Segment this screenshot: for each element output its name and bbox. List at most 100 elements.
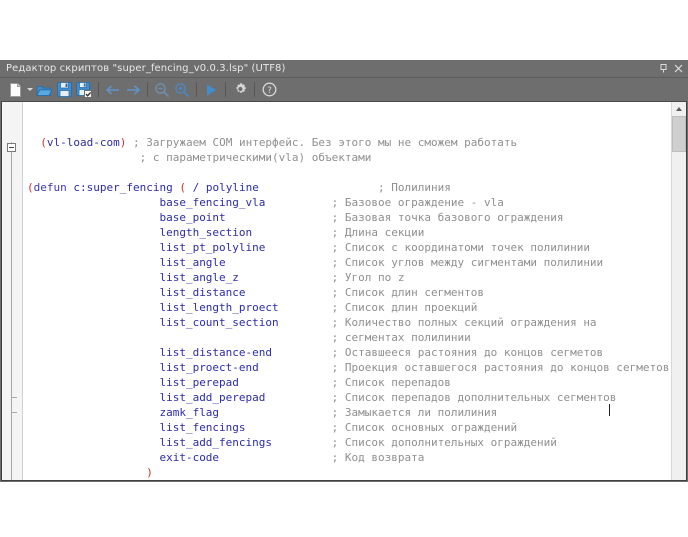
- run-play-icon[interactable]: [201, 80, 221, 100]
- code-line: list_proect-end ; Проекция оставшегося р…: [23, 360, 671, 375]
- script-editor-window: Редактор скриптов "super_fencing_v0.0.3.…: [0, 60, 688, 482]
- code-token: base_point: [159, 211, 226, 224]
- code-token: (: [40, 136, 47, 149]
- code-token: zamk_flag: [159, 406, 220, 419]
- vertical-scrollbar[interactable]: [671, 102, 686, 480]
- code-text[interactable]: (vl-load-com) ; Загружаем COM интерфейс.…: [23, 102, 671, 480]
- code-token: defun: [33, 181, 67, 194]
- code-line: ; сегментах полилинии: [23, 330, 671, 345]
- open-file-icon[interactable]: [34, 80, 54, 100]
- code-token: list_add_perepad: [159, 391, 266, 404]
- save-as-file-icon[interactable]: [74, 80, 94, 100]
- code-token: ): [146, 466, 153, 479]
- code-token: list_count_section: [159, 316, 279, 329]
- code-token: length_section: [159, 226, 253, 239]
- page-background-top: [0, 0, 688, 60]
- code-line: ): [23, 465, 671, 480]
- code-token: ; Список с координатоми точек полилинии: [331, 241, 590, 254]
- code-token: ; Список дополнительных ограждений: [331, 436, 557, 449]
- code-line: base_point ; Базовая точка базового огра…: [23, 210, 671, 225]
- code-token: ; сегментах полилинии: [331, 331, 471, 344]
- code-line: list_add_perepad ; Список перепадов допо…: [23, 390, 671, 405]
- fold-toggle-defun[interactable]: [7, 143, 16, 152]
- code-token: list_proect-end: [159, 361, 259, 374]
- code-token: ; Загружаем COM интерфейс. Без этого мы …: [132, 136, 518, 149]
- code-line: (defun c:super_fencing ( / polyline ; По…: [23, 180, 671, 195]
- toolbar-separator: [196, 82, 197, 97]
- undo-arrow-left-icon[interactable]: [103, 80, 123, 100]
- code-token: list_pt_polyline: [159, 241, 266, 254]
- code-token: ; Базовое ограждение - vla: [331, 196, 504, 209]
- help-question-icon[interactable]: ?: [259, 80, 279, 100]
- code-token: vl-load-com: [46, 136, 120, 149]
- settings-gear-icon[interactable]: [230, 80, 250, 100]
- new-file-icon[interactable]: [5, 80, 25, 100]
- code-token: (: [27, 181, 34, 194]
- scrollbar-track[interactable]: [672, 152, 686, 480]
- code-token: c:super_fencing: [66, 181, 180, 194]
- code-line: list_length_proect ; Список длин проекци…: [23, 300, 671, 315]
- code-editor-area[interactable]: (vl-load-com) ; Загружаем COM интерфейс.…: [1, 101, 687, 481]
- scrollbar-thumb[interactable]: [672, 116, 686, 152]
- code-token: list_length_proect: [159, 301, 279, 314]
- code-token: ; Список длин проекций: [331, 301, 478, 314]
- editor-toolbar: ?: [0, 78, 688, 101]
- save-file-icon[interactable]: [54, 80, 74, 100]
- zoom-in-magnifier-icon[interactable]: [172, 80, 192, 100]
- code-lines: (vl-load-com) ; Загружаем COM интерфейс.…: [23, 135, 671, 480]
- close-icon[interactable]: [671, 61, 686, 77]
- zoom-out-magnifier-icon[interactable]: [152, 80, 172, 100]
- code-token: ; Список перепадов дополнительных сегмен…: [331, 391, 617, 404]
- code-token: polyline: [205, 181, 259, 194]
- redo-arrow-right-icon[interactable]: [123, 80, 143, 100]
- code-fold-gutter[interactable]: [2, 102, 23, 480]
- code-token: ; Список основных ограждений: [331, 421, 518, 434]
- scroll-up-arrow-icon[interactable]: [672, 102, 686, 116]
- code-token: ; Список перепадов: [331, 376, 451, 389]
- window-title: Редактор скриптов "super_fencing_v0.0.3.…: [6, 63, 286, 74]
- code-line: (vl-load-com) ; Загружаем COM интерфейс.…: [23, 135, 671, 150]
- code-token: ; Полилиния: [378, 181, 451, 194]
- page-background-bottom: [0, 482, 688, 537]
- code-line: list_angle_z ; Угол по z: [23, 270, 671, 285]
- fold-end-marker: [11, 412, 17, 413]
- code-token: ; Оставшееся растояния до концов сегмето…: [331, 346, 604, 359]
- new-file-dropdown-chevron-down-icon[interactable]: [25, 80, 34, 100]
- code-token: ; Список длин сегментов: [331, 286, 484, 299]
- code-token: ; Список углов между сигментами полилини…: [331, 256, 604, 269]
- fold-end-marker: [11, 397, 17, 398]
- toolbar-separator: [254, 82, 255, 97]
- code-line: ; с параметрическими(vla) объектами: [23, 150, 671, 165]
- code-line: list_fencings ; Список основных огражден…: [23, 420, 671, 435]
- code-line: list_distance-end ; Оставшееся растояния…: [23, 345, 671, 360]
- auto-hide-pin-icon[interactable]: [656, 61, 671, 77]
- text-caret: [609, 404, 610, 416]
- code-token: ; Замыкается ли полилиния: [331, 406, 498, 419]
- code-token: list_fencings: [159, 421, 246, 434]
